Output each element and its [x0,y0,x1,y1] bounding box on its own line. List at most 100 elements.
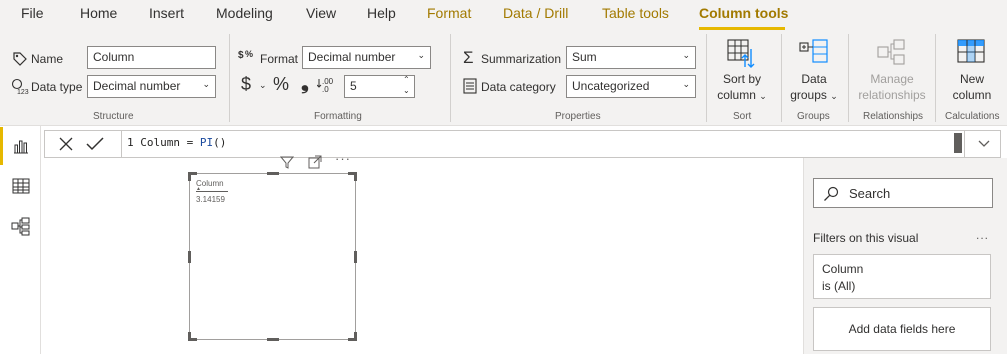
view-switcher [0,126,41,354]
group-separator [848,34,849,122]
focus-mode-icon[interactable] [308,155,322,169]
new-column-button[interactable]: New column [940,71,1004,103]
group-label-groups: Groups [797,111,830,122]
filters-more-options[interactable]: ... [976,228,989,242]
tab-table-tools[interactable]: Table tools [602,5,669,21]
category-select[interactable]: Uncategorized ⌄ [566,75,696,98]
table-visual[interactable]: Column ▲ 3.14159 [189,173,356,340]
data-groups-icon [799,39,828,63]
tab-help[interactable]: Help [367,5,396,21]
svg-text:$: $ [238,50,244,61]
filter-card-column[interactable]: Column is (All) [813,254,991,299]
data-groups-button[interactable]: Data groups ⌄ [785,71,843,104]
tab-format[interactable]: Format [427,5,471,21]
group-separator [935,34,936,122]
chevron-down-icon: ⌄ [682,79,690,89]
model-view-icon[interactable] [11,216,31,236]
format-select[interactable]: Decimal number ⌄ [302,46,431,69]
filters-pane: Search Filters on this visual ... Column… [803,158,1007,354]
formula-line-number: 1 [127,136,134,149]
chevron-down-icon: ⌄ [759,91,767,101]
group-label-sort: Sort [733,111,752,122]
tab-view[interactable]: View [306,5,336,21]
report-view-icon[interactable] [11,136,31,156]
resize-handle[interactable] [188,332,191,341]
formula-parens: () [213,136,227,149]
summarization-value: Sum [572,50,597,64]
sort-by-column-button[interactable]: Sort by column ⌄ [712,71,772,104]
percent-button[interactable]: % [273,74,289,95]
formula-divider [121,131,122,157]
sort-button-line1: Sort by [722,72,761,86]
svg-text:.0: .0 [322,85,329,92]
filters-search-input[interactable]: Search [813,178,993,208]
expand-formula-button[interactable] [964,131,1000,157]
group-separator [781,34,782,122]
group-separator [706,34,707,122]
active-view-indicator [0,127,3,165]
group-label-relationships: Relationships [863,111,924,122]
data-view-icon[interactable] [11,176,31,196]
tab-column-tools[interactable]: Column tools [699,5,788,21]
group-label-formatting: Formatting [314,111,362,122]
relationships-button-line1: Manage [870,72,914,86]
category-label: Data category [481,80,556,94]
more-options-icon[interactable]: ··· [335,151,351,166]
visual-value: 3.14159 [196,195,225,204]
relationships-button-line2: relationships [858,88,926,102]
filter-card-field: Column [822,262,864,276]
datatype-value: Decimal number [93,79,181,93]
tab-insert[interactable]: Insert [149,5,184,21]
stepper-down-icon[interactable]: ⌄ [403,86,410,95]
add-data-fields-well[interactable]: Add data fields here [813,307,991,351]
datatype-label: Data type [31,80,83,94]
search-icon [824,186,839,201]
summarization-select[interactable]: Sum ⌄ [566,46,696,69]
groups-button-line2: groups [790,88,827,102]
tab-modeling[interactable]: Modeling [216,5,273,21]
resize-handle[interactable] [354,251,357,263]
datatype-select[interactable]: Decimal number ⌄ [87,75,216,98]
sort-by-column-icon [727,39,755,68]
manage-relationships-button[interactable]: Manage relationships [852,71,932,103]
name-label: Name [31,52,64,66]
tab-home[interactable]: Home [80,5,117,21]
tab-data-drill[interactable]: Data / Drill [503,5,568,21]
new-column-line1: New [959,72,984,86]
group-separator [450,34,451,122]
summarization-label: Summarization [481,52,562,66]
menu-bar: File Home Insert Modeling View Help Form… [0,0,1007,30]
group-separator [229,34,230,122]
groups-button-line1: Data [801,72,827,86]
currency-button[interactable]: $ [241,74,251,95]
resize-handle[interactable] [267,172,279,175]
resize-handle[interactable] [354,172,357,181]
format-value: Decimal number [308,50,396,64]
formula-scrollbar[interactable] [954,133,962,153]
cancel-formula-icon[interactable] [56,134,76,154]
new-column-line2: column [952,88,992,102]
currency-chevron-icon[interactable]: ⌄ [259,80,267,91]
name-input[interactable]: Column [87,46,216,69]
filter-card-state: is (All) [822,279,856,293]
resize-handle[interactable] [188,172,191,181]
commit-formula-icon[interactable] [85,134,105,154]
tab-file[interactable]: File [21,5,44,21]
formula-function: PI [199,136,214,149]
stepper-up-icon[interactable]: ⌃ [403,75,410,84]
resize-handle[interactable] [267,338,279,341]
formula-text: Column = [133,136,200,149]
decimal-places-icon: .00 .0 [317,77,334,92]
sigma-icon: Σ [463,48,474,67]
filter-icon[interactable] [280,155,294,169]
resize-handle[interactable] [188,251,191,263]
sort-button-line2: column [717,88,756,102]
comma-button[interactable]: ❟ [301,72,309,95]
format-label: Format [260,52,299,66]
header-underline [196,191,228,192]
filters-section-title: Filters on this visual [813,231,919,245]
chevron-down-icon: ⌄ [830,91,838,101]
new-column-icon [957,39,985,63]
formula-editor[interactable]: 1 Column = PI() [127,136,226,149]
resize-handle[interactable] [354,332,357,341]
